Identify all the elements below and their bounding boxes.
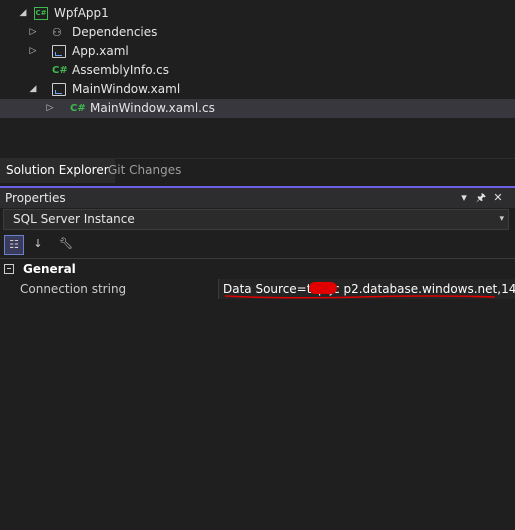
properties-toolbar: ☷ ↓ 🔧︎ (0, 233, 515, 257)
tab-git-changes[interactable]: Git Changes (102, 159, 187, 181)
close-icon[interactable]: ✕ (491, 188, 505, 208)
xaml-file-icon (52, 83, 66, 96)
csharp-file-icon: C# (52, 65, 68, 76)
collapse-icon[interactable] (4, 264, 14, 274)
tree-item-label: AssemblyInfo.cs (72, 63, 170, 77)
chevron-down-icon[interactable]: ◢ (18, 4, 28, 23)
tree-item-mainwindow-xaml[interactable]: ◢ MainWindow.xaml (0, 80, 515, 99)
tree-item-mainwindow-cs[interactable]: ▷ C# MainWindow.xaml.cs (0, 99, 515, 118)
categorized-icon: ☷ (9, 238, 19, 251)
tool-window-tabs: Solution Explorer Git Changes (0, 158, 515, 183)
wrench-icon: 🔧︎ (59, 237, 73, 250)
tree-item-label: MainWindow.xaml (72, 82, 181, 96)
property-grid: General Connection string Data Source=tc… (0, 258, 515, 530)
chevron-down-icon: ▾ (499, 214, 504, 224)
red-underline-annotation (225, 295, 495, 299)
sort-alphabetical-icon: ↓ (33, 237, 43, 250)
chevron-right-icon[interactable]: ▷ (45, 99, 55, 118)
property-pages-button[interactable]: 🔧︎ (56, 235, 76, 255)
tree-item-app-xaml[interactable]: ▷ App.xaml (0, 42, 515, 61)
csharp-file-icon: C# (70, 103, 86, 114)
tree-item-label: App.xaml (72, 44, 129, 58)
chevron-right-icon[interactable]: ▷ (28, 23, 38, 42)
window-position-dropdown-icon[interactable]: ▾ (457, 188, 471, 208)
chevron-down-icon[interactable]: ◢ (28, 80, 38, 99)
redaction-mark (309, 282, 337, 294)
object-selector-dropdown[interactable]: SQL Server Instance ▾ (3, 209, 509, 230)
pin-icon[interactable]: 🖈 (474, 188, 488, 208)
properties-title-bar: Properties ▾ 🖈 ✕ (0, 186, 515, 208)
category-row-general[interactable]: General (0, 260, 515, 279)
panel-title: Properties (5, 191, 66, 205)
tree-item-dependencies[interactable]: ▷ ⚇ Dependencies (0, 23, 515, 42)
xaml-file-icon (52, 45, 66, 58)
csharp-project-icon: C# (34, 7, 48, 20)
tab-solution-explorer[interactable]: Solution Explorer (0, 159, 115, 183)
dependencies-icon: ⚇ (52, 26, 62, 39)
categorized-button[interactable]: ☷ (4, 235, 24, 255)
tree-item-project[interactable]: ◢ C# WpfApp1 (0, 4, 515, 23)
tree-item-assemblyinfo[interactable]: C# AssemblyInfo.cs (0, 61, 515, 80)
solution-explorer-tree: ◢ C# WpfApp1 ▷ ⚇ Dependencies ▷ App.xaml… (0, 0, 515, 158)
property-name: Connection string (20, 282, 127, 296)
property-row-connection-string[interactable]: Connection string Data Source=tcp:jc p2.… (0, 279, 515, 299)
chevron-right-icon[interactable]: ▷ (28, 42, 38, 61)
alphabetical-button[interactable]: ↓ (28, 235, 48, 255)
tree-item-label: MainWindow.xaml.cs (90, 101, 215, 115)
property-value-field[interactable]: Data Source=tcp:jc p2.database.windows.n… (218, 279, 515, 299)
tree-item-label: WpfApp1 (54, 6, 109, 20)
category-label: General (23, 262, 76, 276)
object-selector-value: SQL Server Instance (13, 212, 135, 226)
tree-item-label: Dependencies (72, 25, 158, 39)
